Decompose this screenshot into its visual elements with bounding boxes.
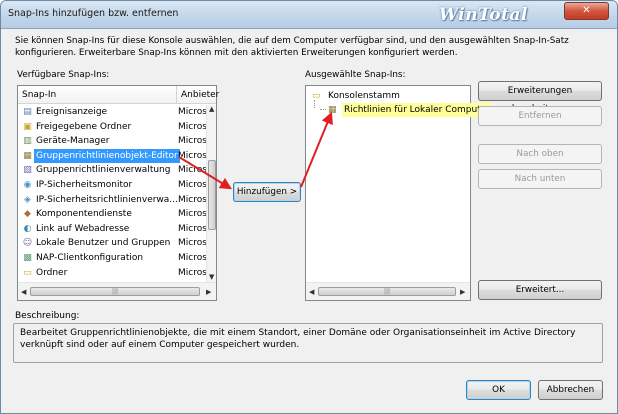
snapin-vendor: Microsof — [178, 121, 206, 132]
snapin-vendor: Microsof — [178, 179, 206, 190]
tree-child-label: Richtlinien für Lokaler Computer — [342, 103, 492, 117]
snapin-name: NAP-Clientkonfiguration — [36, 252, 144, 263]
snapin-name: Geräte-Manager — [36, 136, 110, 147]
title-bar: Snap-Ins hinzufügen bzw. entfernen WinTo… — [1, 1, 617, 29]
list-item[interactable]: ◈ IP-Sicherheitsrichtlinienverwa... Micros… — [18, 193, 206, 208]
list-item[interactable]: ▧ Gruppenrichtlinienverwaltung Microsof — [18, 163, 206, 178]
snapin-vendor: Microsof — [178, 165, 206, 176]
list-item[interactable]: ▭ Ordner Microsof — [18, 266, 206, 281]
list-item[interactable]: ▣ Freigegebene Ordner Microsof — [18, 120, 206, 135]
snapin-name: Gruppenrichtlinienverwaltung — [36, 165, 171, 176]
event-viewer-icon: ▤ — [23, 107, 32, 117]
snapin-vendor: Microsof — [178, 209, 206, 220]
selected-snapins-label: Ausgewählte Snap-Ins: — [305, 70, 406, 80]
add-button[interactable]: Hinzufügen > — [233, 182, 301, 202]
selected-snapins-tree[interactable]: ▭ Konsolenstamm ▦ Richtlinien für Lokale… — [305, 85, 492, 301]
snapin-vendor: Microsof — [178, 107, 206, 117]
list-item[interactable]: ◐ Link auf Webadresse Microsof — [18, 222, 206, 237]
window-title: Snap-Ins hinzufügen bzw. entfernen — [8, 8, 179, 19]
available-snapins-label: Verfügbare Snap-Ins: — [17, 70, 110, 80]
scroll-down-icon[interactable]: ▼ — [209, 273, 214, 281]
list-body: ▤ Ereignisanzeige Microsof ▣ Freigegebene Or… — [18, 105, 206, 281]
snapin-name: Komponentendienste — [36, 209, 132, 220]
snapin-name: Link auf Webadresse — [36, 223, 130, 234]
dialog-client: Sie können Snap-Ins für diese Konsole au… — [7, 30, 611, 409]
horizontal-scrollbar[interactable]: ◀ ||| ▶ — [18, 282, 216, 300]
snapin-name: Lokale Benutzer und Gruppen — [36, 238, 171, 249]
ok-button[interactable]: OK — [466, 380, 531, 400]
description-label: Beschreibung: — [15, 311, 80, 321]
web-link-icon: ◐ — [23, 223, 32, 234]
list-item[interactable]: ☺Lokale Benutzer und Gruppen Microsof — [18, 236, 206, 251]
policy-object-icon: ▦ — [328, 105, 337, 115]
list-item[interactable]: ▦Gruppenrichtlinienobjekt-EditorMicrosof — [18, 148, 206, 164]
snapin-name: Richtlinienergebnissatz — [36, 280, 141, 281]
list-item[interactable]: ▤RichtlinienergebnissatzMicrosof — [18, 280, 206, 281]
scroll-up-icon[interactable]: ▲ — [209, 105, 214, 113]
shared-folder-icon: ▣ — [23, 121, 32, 132]
snapin-name: Freigegebene Ordner — [36, 121, 132, 132]
advanced-button[interactable]: Erweitert... — [478, 280, 602, 300]
list-item[interactable]: ◉ IP-Sicherheitsmonitor Microsof — [18, 178, 206, 193]
tree-horizontal-scrollbar[interactable]: ◀ ||| ▶ — [306, 282, 470, 300]
policy-object-icon: ▦ — [23, 150, 32, 161]
snapin-dialog: Snap-Ins hinzufügen bzw. entfernen WinTo… — [0, 0, 618, 414]
column-header-vendor[interactable]: Anbieter — [176, 86, 219, 104]
snapin-vendor: Microsof — [178, 150, 206, 161]
scroll-right-icon[interactable]: ▶ — [206, 288, 211, 296]
list-item[interactable]: ▥ Geräte-Manager Microsof — [18, 134, 206, 149]
list-item[interactable]: ▤ Ereignisanzeige Microsof — [18, 105, 206, 120]
remove-button[interactable]: Entfernen — [478, 106, 602, 126]
nap-client-icon: ▩ — [23, 252, 32, 263]
vertical-scroll-thumb[interactable] — [208, 160, 216, 230]
scroll-left-icon[interactable]: ◀ — [21, 288, 26, 296]
folder-icon: ▭ — [23, 267, 32, 278]
close-button[interactable]: ✕ — [564, 2, 609, 20]
snapin-name: Gruppenrichtlinienobjekt-Editor — [34, 148, 180, 164]
ip-monitor-icon: ◉ — [23, 179, 32, 190]
move-down-button[interactable]: Nach unten — [478, 169, 602, 189]
users-groups-icon: ☺ — [22, 238, 33, 249]
ip-policy-icon: ◈ — [24, 194, 31, 205]
snapin-vendor: Microsof — [178, 194, 206, 205]
intro-text: Sie können Snap-Ins für diese Konsole au… — [15, 36, 569, 58]
snapin-name: IP-Sicherheitsrichtlinienverwa... — [36, 194, 178, 205]
vertical-scrollbar[interactable]: ▲ ▼ — [206, 105, 216, 282]
snapin-vendor: Microsof — [178, 280, 206, 281]
snapin-name: IP-Sicherheitsmonitor — [36, 179, 133, 190]
horizontal-scroll-thumb[interactable]: ||| — [30, 287, 200, 296]
component-services-icon: ◆ — [24, 209, 31, 220]
cancel-button[interactable]: Abbrechen — [538, 380, 603, 400]
snapin-vendor: Microsof — [178, 267, 206, 278]
tree-scroll-thumb[interactable]: ||| — [318, 287, 456, 296]
policy-management-icon: ▧ — [23, 165, 32, 176]
scroll-left-icon[interactable]: ◀ — [309, 288, 314, 296]
tree-root-label: Konsolenstamm — [328, 91, 400, 101]
tree-connector — [314, 100, 315, 108]
snapin-name: Ordner — [36, 267, 68, 278]
wintotal-watermark-logo: WinTotal — [439, 5, 528, 25]
edit-extensions-button[interactable]: Erweiterungen bearbeiten... — [478, 81, 602, 114]
available-snapins-list[interactable]: Snap-In Anbieter ▤ Ereignisanzeige Microso… — [17, 85, 219, 301]
device-manager-icon: ▥ — [23, 136, 32, 147]
snapin-vendor: Microsof — [178, 136, 206, 147]
description-box: Bearbeitet Gruppenrichtlinienobjekte, di… — [13, 323, 603, 363]
scroll-right-icon[interactable]: ▶ — [460, 288, 465, 296]
list-item[interactable]: ▩ NAP-Clientkonfiguration Microsof — [18, 251, 206, 266]
snapin-vendor: Microsof — [178, 238, 206, 249]
move-up-button[interactable]: Nach oben — [478, 144, 602, 164]
snapin-name: Ereignisanzeige — [36, 107, 108, 117]
close-icon: ✕ — [582, 5, 591, 16]
list-header: Snap-In Anbieter — [18, 86, 219, 104]
snapin-vendor: Microsof — [178, 223, 206, 234]
tree-connector — [320, 109, 326, 110]
list-item[interactable]: ◆ Komponentendienste Microsof — [18, 207, 206, 222]
column-header-snapin[interactable]: Snap-In — [22, 90, 56, 100]
snapin-vendor: Microsof — [178, 252, 206, 263]
